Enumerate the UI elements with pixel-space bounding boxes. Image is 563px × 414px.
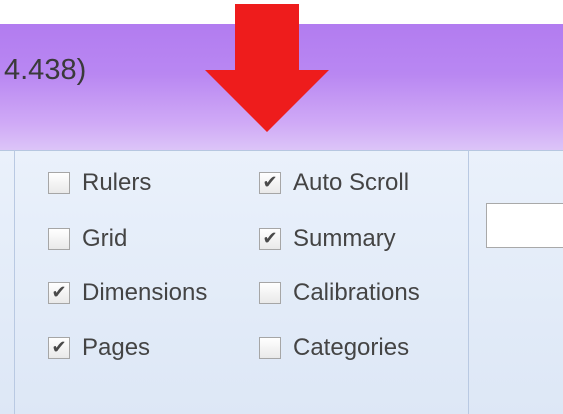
checkbox-summary[interactable]: ✔ Summary — [259, 221, 396, 257]
checkbox-pages[interactable]: ✔ Pages — [48, 330, 150, 366]
checkbox-calibrations[interactable]: Calibrations — [259, 275, 420, 311]
checkbox-auto-scroll-label: Auto Scroll — [293, 169, 410, 196]
ribbon-next-group — [466, 150, 563, 414]
checkbox-dimensions-mark: ✔ — [51, 282, 67, 303]
checkbox-pages-mark: ✔ — [51, 337, 67, 358]
red-down-arrow-icon — [205, 4, 329, 132]
text-input-field[interactable] — [486, 203, 563, 248]
checkbox-auto-scroll[interactable]: ✔ Auto Scroll — [259, 165, 409, 201]
checkbox-auto-scroll-mark: ✔ — [262, 172, 278, 193]
checkbox-auto-scroll-box[interactable]: ✔ — [259, 172, 281, 194]
checkbox-grid-box[interactable] — [48, 228, 70, 250]
checkbox-pages-box[interactable]: ✔ — [48, 337, 70, 359]
checkbox-summary-mark: ✔ — [262, 228, 278, 249]
window-title: 4.438) — [4, 54, 87, 86]
checkbox-dimensions-label: Dimensions — [82, 279, 208, 306]
checkbox-rulers-label: Rulers — [82, 169, 152, 196]
checkbox-rulers[interactable]: Rulers — [48, 165, 151, 201]
checkbox-dimensions-box[interactable]: ✔ — [48, 282, 70, 304]
app-window: 4.438) Rulers Grid ✔ Dimensions ✔ Pages … — [0, 0, 563, 414]
checkbox-summary-label: Summary — [293, 225, 396, 252]
checkbox-pages-label: Pages — [82, 334, 151, 361]
checkbox-categories-box[interactable] — [259, 337, 281, 359]
checkbox-summary-box[interactable]: ✔ — [259, 228, 281, 250]
checkbox-categories[interactable]: Categories — [259, 330, 409, 366]
checkbox-categories-label: Categories — [293, 334, 410, 361]
checkbox-calibrations-label: Calibrations — [293, 279, 420, 306]
checkbox-grid[interactable]: Grid — [48, 221, 127, 257]
checkbox-calibrations-box[interactable] — [259, 282, 281, 304]
checkbox-rulers-box[interactable] — [48, 172, 70, 194]
checkbox-grid-label: Grid — [82, 225, 128, 252]
checkbox-dimensions[interactable]: ✔ Dimensions — [48, 275, 207, 311]
